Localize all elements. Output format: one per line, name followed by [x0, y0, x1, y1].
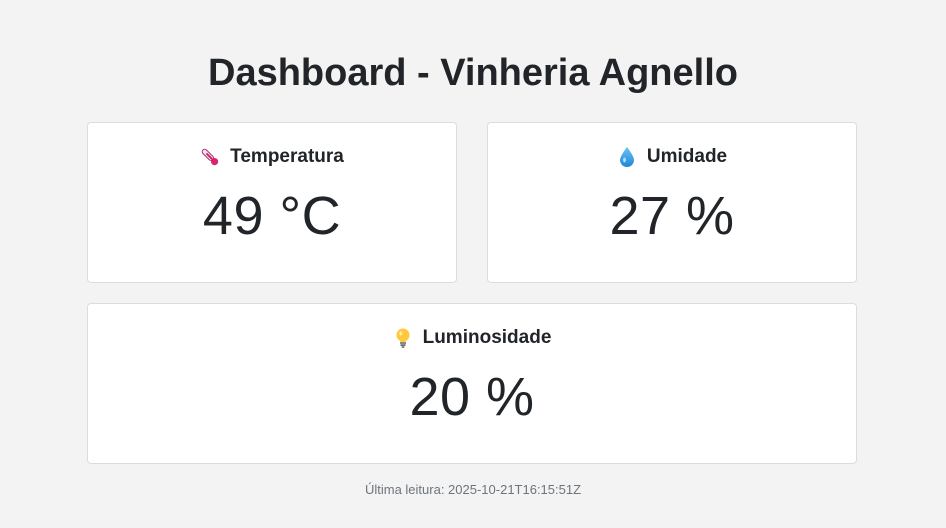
temperature-card: Temperatura 49 °C [87, 122, 457, 283]
light-bulb-icon [393, 327, 413, 349]
luminosity-card: Luminosidade 20 % [87, 303, 857, 464]
luminosity-label: Luminosidade [422, 327, 552, 348]
last-reading-timestamp: Última leitura: 2025-10-21T16:15:51Z [364, 482, 582, 497]
humidity-card-header: Umidade [488, 144, 856, 170]
humidity-card: Umidade 27 % [487, 122, 857, 283]
water-drop-icon [617, 146, 637, 168]
temperature-card-header: Temperatura [88, 144, 456, 170]
thermometer-icon [200, 146, 220, 168]
humidity-label: Umidade [646, 146, 728, 167]
luminosity-value: 20 % [409, 367, 535, 427]
temperature-label: Temperatura [230, 146, 344, 167]
luminosity-card-header: Luminosidade [88, 325, 856, 351]
humidity-value: 27 % [609, 186, 735, 246]
page-title: Dashboard - Vinheria Agnello [208, 52, 738, 94]
temperature-value: 49 °C [202, 186, 342, 246]
